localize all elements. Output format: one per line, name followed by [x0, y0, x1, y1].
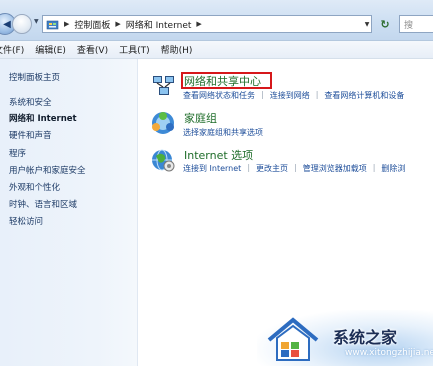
breadcrumb-network-internet[interactable]: 网络和 Internet: [126, 18, 192, 31]
breadcrumb-separator-icon: ▶: [64, 20, 70, 28]
sidebar-item-hardware-sound[interactable]: 硬件和声音: [9, 129, 52, 141]
category-title-homegroup[interactable]: 家庭组: [184, 110, 217, 126]
link-connect-to-network[interactable]: 连接到网络: [270, 90, 310, 101]
sidebar-item-network-internet[interactable]: 网络和 Internet: [9, 112, 77, 124]
breadcrumb-control-panel[interactable]: 控制面板: [74, 18, 110, 31]
sidebar-item-system-security[interactable]: 系统和安全: [9, 96, 52, 108]
homegroup-icon: [152, 112, 174, 134]
internet-options-icon: [152, 149, 175, 172]
breadcrumb-separator-icon: ▶: [196, 20, 202, 28]
search-input[interactable]: 搜: [399, 15, 433, 33]
menu-file[interactable]: 文件(F): [0, 43, 24, 56]
control-panel-icon: [46, 20, 59, 29]
link-change-home-page[interactable]: 更改主页: [256, 163, 288, 174]
back-arrow-icon: ◀: [3, 18, 11, 30]
address-dropdown-icon[interactable]: ▼: [362, 15, 372, 33]
sidebar-item-control-panel-home[interactable]: 控制面板主页: [9, 71, 60, 83]
sidebar-item-user-accounts[interactable]: 用户帐户和家庭安全: [9, 164, 86, 176]
link-delete-browsing-history[interactable]: 删除浏: [381, 163, 405, 174]
refresh-button[interactable]: ↻: [374, 15, 396, 33]
link-homegroup-sharing-options[interactable]: 选择家庭组和共享选项: [183, 127, 263, 138]
refresh-icon: ↻: [380, 17, 390, 31]
link-view-network-computers[interactable]: 查看网络计算机和设备: [324, 90, 404, 101]
forward-button[interactable]: [12, 14, 32, 34]
link-separator: |: [372, 163, 376, 172]
breadcrumb-separator-icon: ▶: [115, 20, 121, 28]
menu-tools[interactable]: 工具(T): [119, 43, 150, 56]
category-title-internet-options[interactable]: Internet 选项: [184, 147, 253, 163]
sidebar: 控制面板主页 系统和安全 网络和 Internet 硬件和声音 程序 用户帐户和…: [0, 59, 138, 366]
link-separator: |: [261, 90, 264, 99]
history-dropdown-icon[interactable]: ▼: [34, 18, 39, 25]
link-view-network-status[interactable]: 查看网络状态和任务: [183, 90, 255, 101]
sidebar-item-clock-language[interactable]: 时钟、语言和区域: [9, 198, 77, 210]
sidebar-item-programs[interactable]: 程序: [9, 147, 26, 159]
sidebar-item-ease-of-access[interactable]: 轻松访问: [9, 215, 43, 227]
search-placeholder: 搜: [404, 20, 414, 31]
category-links-network-sharing: 查看网络状态和任务 | 连接到网络 | 查看网络计算机和设备: [183, 90, 404, 101]
menu-bar: 文件(F) 编辑(E) 查看(V) 工具(T) 帮助(H): [0, 41, 433, 59]
highlight-box: [181, 72, 272, 89]
category-links-internet-options: 连接到 Internet | 更改主页 | 管理浏览器加载项 | 删除浏: [183, 163, 405, 174]
link-connect-to-internet[interactable]: 连接到 Internet: [183, 163, 241, 174]
network-sharing-icon: [153, 76, 174, 95]
menu-help[interactable]: 帮助(H): [161, 43, 193, 56]
address-bar: ◀ ▼ ▶ 控制面板 ▶ 网络和 Internet ▶ ▼ ↻ 搜: [0, 0, 433, 41]
sidebar-item-appearance[interactable]: 外观和个性化: [9, 181, 60, 193]
menu-edit[interactable]: 编辑(E): [35, 43, 66, 56]
link-separator: |: [315, 90, 319, 99]
address-field[interactable]: ▶ 控制面板 ▶ 网络和 Internet ▶: [42, 15, 372, 33]
category-links-homegroup: 选择家庭组和共享选项: [183, 127, 263, 138]
link-manage-add-ons[interactable]: 管理浏览器加载项: [303, 163, 367, 174]
main-content: 网络和共享中心 查看网络状态和任务 | 连接到网络 | 查看网络计算机和设备 家…: [138, 59, 433, 366]
menu-view[interactable]: 查看(V): [77, 43, 108, 56]
link-separator: |: [247, 163, 251, 172]
link-separator: |: [294, 163, 297, 172]
